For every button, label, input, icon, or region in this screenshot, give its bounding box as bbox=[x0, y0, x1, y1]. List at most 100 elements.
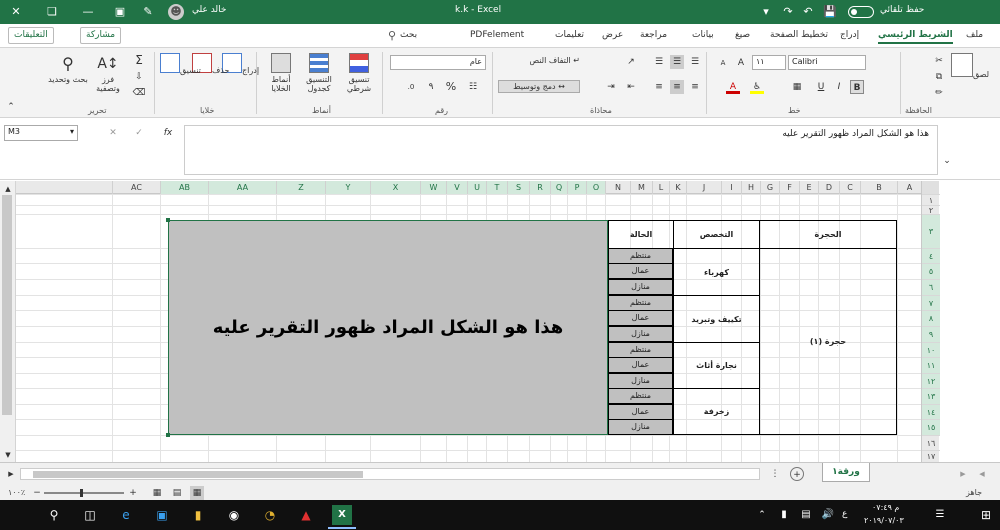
cancel-icon[interactable]: ✕ bbox=[106, 126, 120, 140]
column-header[interactable]: Z bbox=[276, 181, 325, 194]
column-header[interactable]: L bbox=[652, 181, 669, 194]
column-header[interactable]: W bbox=[420, 181, 446, 194]
redo-icon[interactable]: ↷ bbox=[780, 4, 796, 20]
column-header[interactable]: K bbox=[669, 181, 686, 194]
normal-view-icon[interactable]: ▦ bbox=[190, 486, 204, 500]
font-color-icon[interactable]: A bbox=[726, 80, 740, 94]
page-break-view-icon[interactable]: ▦ bbox=[150, 486, 164, 500]
status-cell[interactable]: منازل bbox=[608, 373, 673, 389]
column-header[interactable]: D bbox=[818, 181, 839, 194]
status-cell[interactable]: منتظم bbox=[608, 342, 673, 358]
column-header[interactable]: G bbox=[760, 181, 779, 194]
share-button[interactable]: مشاركة bbox=[80, 27, 122, 44]
font-size-select[interactable]: ١١ bbox=[752, 55, 786, 70]
tab-home[interactable]: الشريط الرئيسي bbox=[878, 30, 953, 44]
next-sheet-icon[interactable]: ◀ bbox=[975, 467, 989, 481]
column-header[interactable]: A bbox=[897, 181, 921, 194]
tab-pdfelement[interactable]: PDFelement bbox=[470, 30, 524, 40]
copy-icon[interactable]: ⧉ bbox=[932, 70, 946, 84]
column-header[interactable]: H bbox=[741, 181, 760, 194]
cut-icon[interactable]: ✂ bbox=[932, 54, 946, 68]
column-header[interactable]: T bbox=[486, 181, 507, 194]
number-format-select[interactable]: عام bbox=[390, 55, 486, 70]
comma-button[interactable]: ٩ bbox=[424, 80, 438, 94]
status-cell[interactable]: منتظم bbox=[608, 388, 673, 404]
header-status[interactable]: الحالة bbox=[608, 220, 674, 249]
status-cell[interactable]: منازل bbox=[608, 419, 673, 435]
qat-customize-icon[interactable]: ▾ bbox=[758, 4, 774, 20]
new-sheet-button[interactable]: + bbox=[790, 467, 804, 481]
column-header[interactable]: AA bbox=[208, 181, 276, 194]
camera-icon[interactable]: ◉ bbox=[224, 505, 244, 525]
status-cell[interactable]: منازل bbox=[608, 326, 673, 342]
merge-center-button[interactable]: دمج وتوسيط ↔ bbox=[498, 80, 580, 93]
column-header[interactable]: Y bbox=[325, 181, 370, 194]
room-cell[interactable]: حجرة (١) bbox=[759, 248, 897, 435]
column-header[interactable]: U bbox=[467, 181, 486, 194]
autosave-toggle[interactable] bbox=[848, 6, 874, 18]
shrink-font-icon[interactable]: A bbox=[716, 56, 730, 70]
save-icon[interactable]: 💾 bbox=[822, 4, 838, 20]
notifications-icon[interactable]: ☰ bbox=[930, 505, 950, 525]
scroll-down-icon[interactable]: ▼ bbox=[1, 448, 15, 462]
tab-formulas[interactable]: صيغ bbox=[735, 30, 750, 40]
align-top-icon[interactable]: ☰ bbox=[688, 55, 702, 69]
restore-icon[interactable]: ❏ bbox=[44, 4, 60, 20]
align-right-icon[interactable]: ≡ bbox=[688, 80, 702, 94]
specialty-cell[interactable]: كهرباء bbox=[673, 248, 760, 296]
currency-icon[interactable]: ☷ bbox=[466, 80, 480, 94]
format-painter-icon[interactable]: ✏ bbox=[932, 86, 946, 100]
prev-sheet-icon[interactable]: ▶ bbox=[956, 467, 970, 481]
italic-button[interactable]: I bbox=[832, 80, 846, 94]
column-header[interactable]: I bbox=[721, 181, 741, 194]
tab-page-layout[interactable]: تخطيط الصفحة bbox=[770, 30, 828, 40]
zoom-slider[interactable] bbox=[44, 489, 124, 497]
column-header[interactable]: M bbox=[630, 181, 652, 194]
increase-decimal-icon[interactable]: .0 bbox=[404, 80, 418, 94]
align-left-icon[interactable]: ≡ bbox=[652, 80, 666, 94]
row-header[interactable]: ٦ bbox=[922, 279, 940, 295]
bold-button[interactable]: B bbox=[850, 80, 864, 94]
orientation-icon[interactable]: ↗ bbox=[624, 55, 638, 69]
status-cell[interactable]: عمال bbox=[608, 263, 673, 279]
row-header[interactable]: ١٠ bbox=[922, 342, 940, 357]
avatar[interactable]: ☻ bbox=[168, 4, 184, 20]
align-center-icon[interactable]: ≡ bbox=[670, 80, 684, 94]
column-header[interactable]: O bbox=[586, 181, 605, 194]
row-header[interactable]: ٩ bbox=[922, 326, 940, 342]
status-cell[interactable]: عمال bbox=[608, 404, 673, 420]
row-header[interactable]: ٧ bbox=[922, 295, 940, 310]
selection-handle[interactable] bbox=[166, 218, 170, 222]
conditional-formatting-button[interactable]: تنسيق شرطي bbox=[340, 53, 378, 93]
tab-help[interactable]: تعليمات bbox=[555, 30, 584, 40]
column-header[interactable]: P bbox=[567, 181, 586, 194]
scroll-up-icon[interactable]: ▲ bbox=[1, 182, 15, 196]
format-as-table-button[interactable]: التنسيق كجدول bbox=[300, 53, 338, 93]
tab-view[interactable]: عرض bbox=[602, 30, 623, 40]
row-header[interactable]: ٣ bbox=[922, 214, 940, 248]
minimize-icon[interactable]: — bbox=[80, 4, 96, 20]
paste-button[interactable]: لصق bbox=[950, 53, 990, 79]
tab-search[interactable]: بحث bbox=[400, 30, 417, 40]
expand-formula-icon[interactable]: ⌄ bbox=[940, 154, 954, 168]
column-header[interactable]: C bbox=[839, 181, 860, 194]
page-layout-view-icon[interactable]: ▤ bbox=[170, 486, 184, 500]
zoom-out-icon[interactable]: − bbox=[30, 486, 44, 500]
formula-input[interactable]: هذا هو الشكل المراد ظهور التقرير عليه bbox=[184, 125, 938, 175]
row-header[interactable]: ٤ bbox=[922, 248, 940, 263]
status-cell[interactable]: عمال bbox=[608, 310, 673, 326]
clock-time[interactable]: م ٠٧:٤٩ bbox=[872, 503, 899, 512]
pen-icon[interactable]: ✎ bbox=[140, 4, 156, 20]
row-header[interactable]: ١٦ bbox=[922, 435, 940, 450]
underline-button[interactable]: U bbox=[814, 80, 828, 94]
status-cell[interactable]: عمال bbox=[608, 357, 673, 373]
battery-icon[interactable]: ▮ bbox=[774, 505, 794, 525]
align-middle-icon[interactable]: ☰ bbox=[670, 55, 684, 69]
row-header[interactable]: ١٢ bbox=[922, 373, 940, 388]
status-cell[interactable]: منازل bbox=[608, 279, 673, 295]
indent-icon[interactable]: ⇥ bbox=[604, 80, 618, 94]
column-header[interactable]: Q bbox=[550, 181, 567, 194]
column-header[interactable]: V bbox=[446, 181, 467, 194]
row-header[interactable]: ٢ bbox=[922, 205, 940, 215]
status-cell[interactable]: منتظم bbox=[608, 248, 673, 264]
